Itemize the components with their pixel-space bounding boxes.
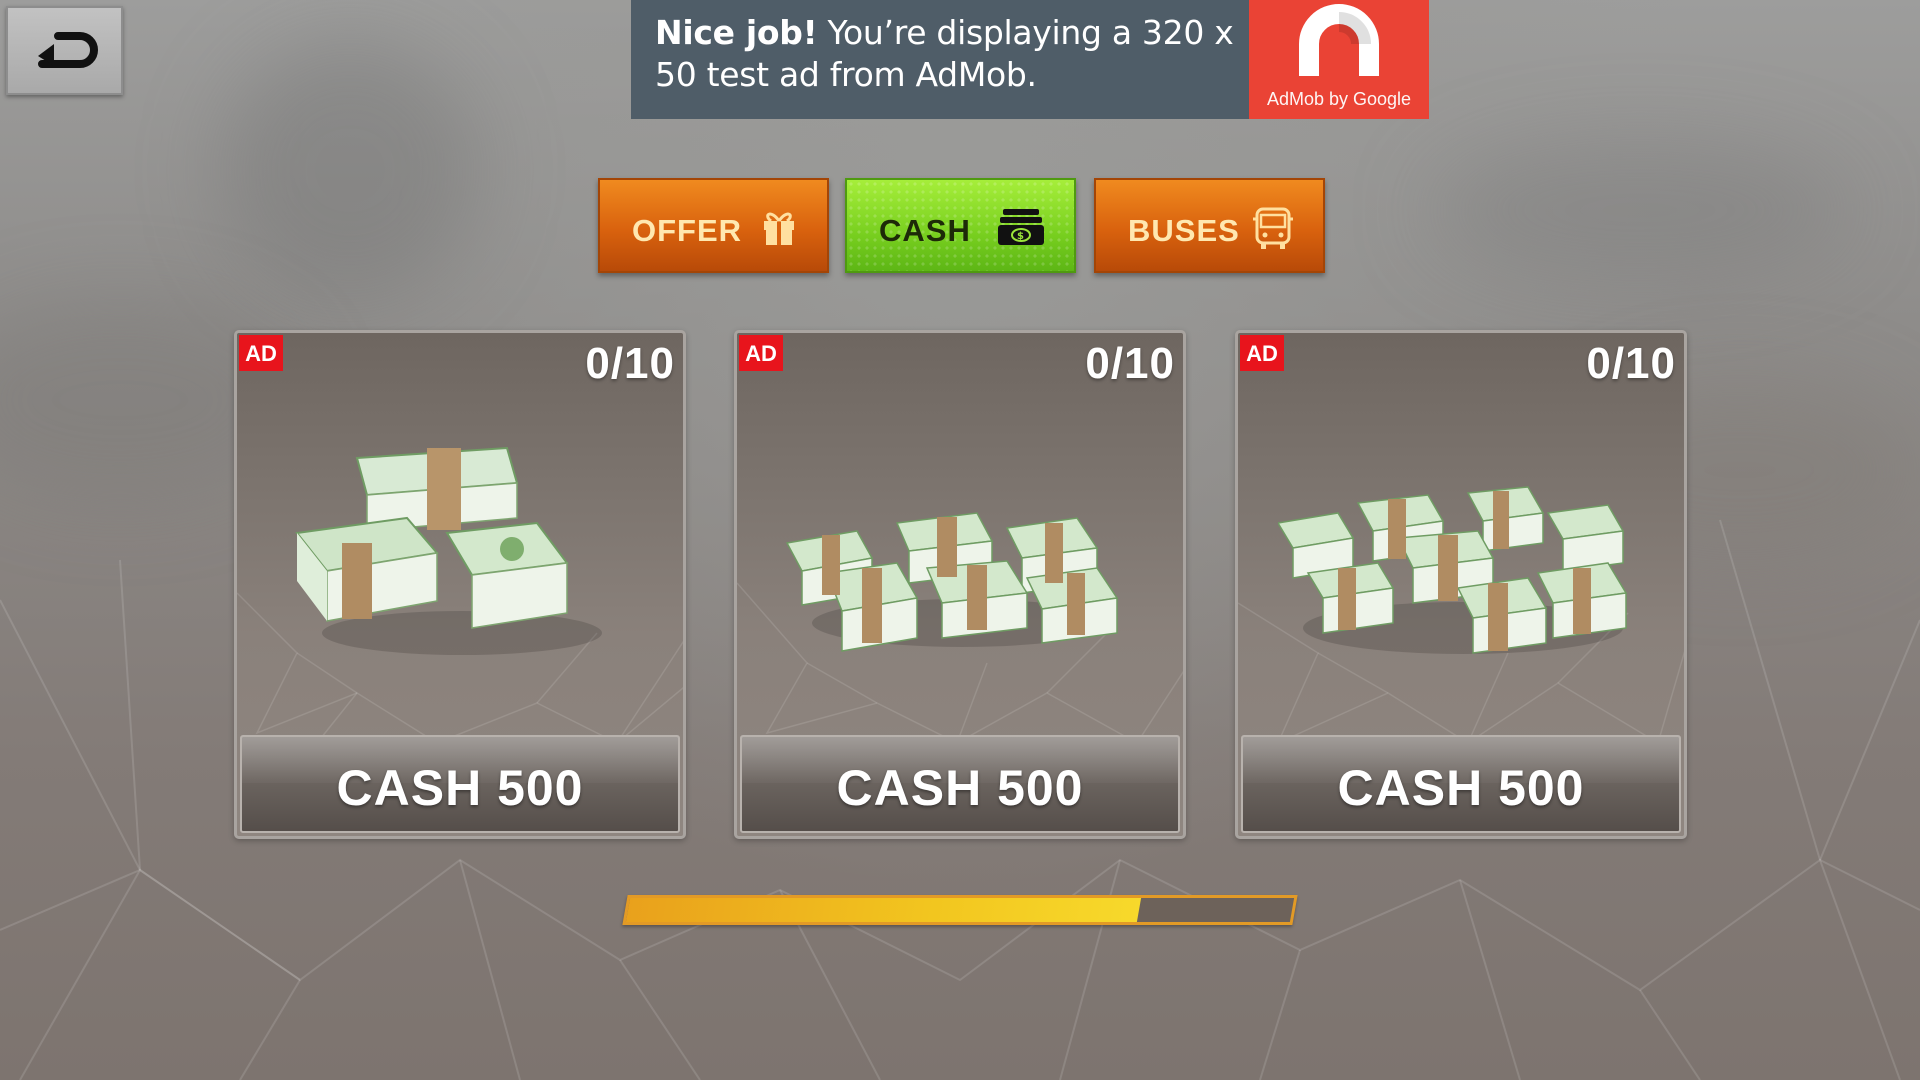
tab-buses[interactable]: BUSES (1094, 178, 1325, 273)
ad-text: Nice job! You’re displaying a 320 x 50 t… (655, 12, 1255, 96)
admob-logo: AdMob by Google (1249, 0, 1429, 119)
claim-cash-button[interactable]: CASH 500 (1241, 735, 1681, 833)
large-cash-pile-image (1278, 486, 1628, 654)
claim-cash-label: CASH 500 (1337, 760, 1585, 816)
claim-cash-button[interactable]: CASH 500 (240, 735, 680, 833)
cash-offer-card[interactable]: AD 0/10 CASH 500 (734, 330, 1186, 839)
svg-text:$: $ (1017, 231, 1025, 242)
back-button[interactable] (6, 6, 123, 95)
back-arrow-icon (38, 32, 98, 68)
tab-buses-label: BUSES (1128, 213, 1240, 248)
ad-badge: AD (239, 335, 283, 371)
tab-cash[interactable]: CASH $ (845, 178, 1076, 273)
tab-offer[interactable]: OFFER (598, 178, 829, 273)
cash-offer-card[interactable]: AD 0/10 CASH 500 (234, 330, 686, 839)
cash-icon: $ (998, 209, 1044, 245)
claim-cash-label: CASH 500 (836, 760, 1084, 816)
bus-icon (1253, 207, 1293, 249)
watch-counter: 0/10 (1085, 339, 1175, 388)
small-cash-stack-image (295, 446, 602, 655)
admob-logo-icon (1299, 4, 1379, 76)
ad-badge: AD (739, 335, 783, 371)
tab-offer-label: OFFER (632, 213, 743, 248)
progress-fill (625, 898, 1142, 922)
cash-store-screen: Nice job! You’re displaying a 320 x 50 t… (0, 0, 1920, 1080)
ad-badge: AD (1240, 335, 1284, 371)
loading-progress-bar (622, 895, 1298, 925)
cash-offer-card[interactable]: AD 0/10 CASH 500 (1235, 330, 1687, 839)
admob-test-ad-banner[interactable]: Nice job! You’re displaying a 320 x 50 t… (631, 0, 1429, 119)
watch-counter: 0/10 (585, 339, 675, 388)
medium-cash-stack-image (785, 512, 1119, 652)
claim-cash-button[interactable]: CASH 500 (740, 735, 1180, 833)
tab-cash-label: CASH (879, 213, 971, 248)
gift-icon (764, 212, 794, 245)
ad-headline: Nice job! (655, 13, 818, 52)
watch-counter: 0/10 (1586, 339, 1676, 388)
claim-cash-label: CASH 500 (336, 760, 584, 816)
ad-logo-caption: AdMob by Google (1266, 89, 1412, 109)
